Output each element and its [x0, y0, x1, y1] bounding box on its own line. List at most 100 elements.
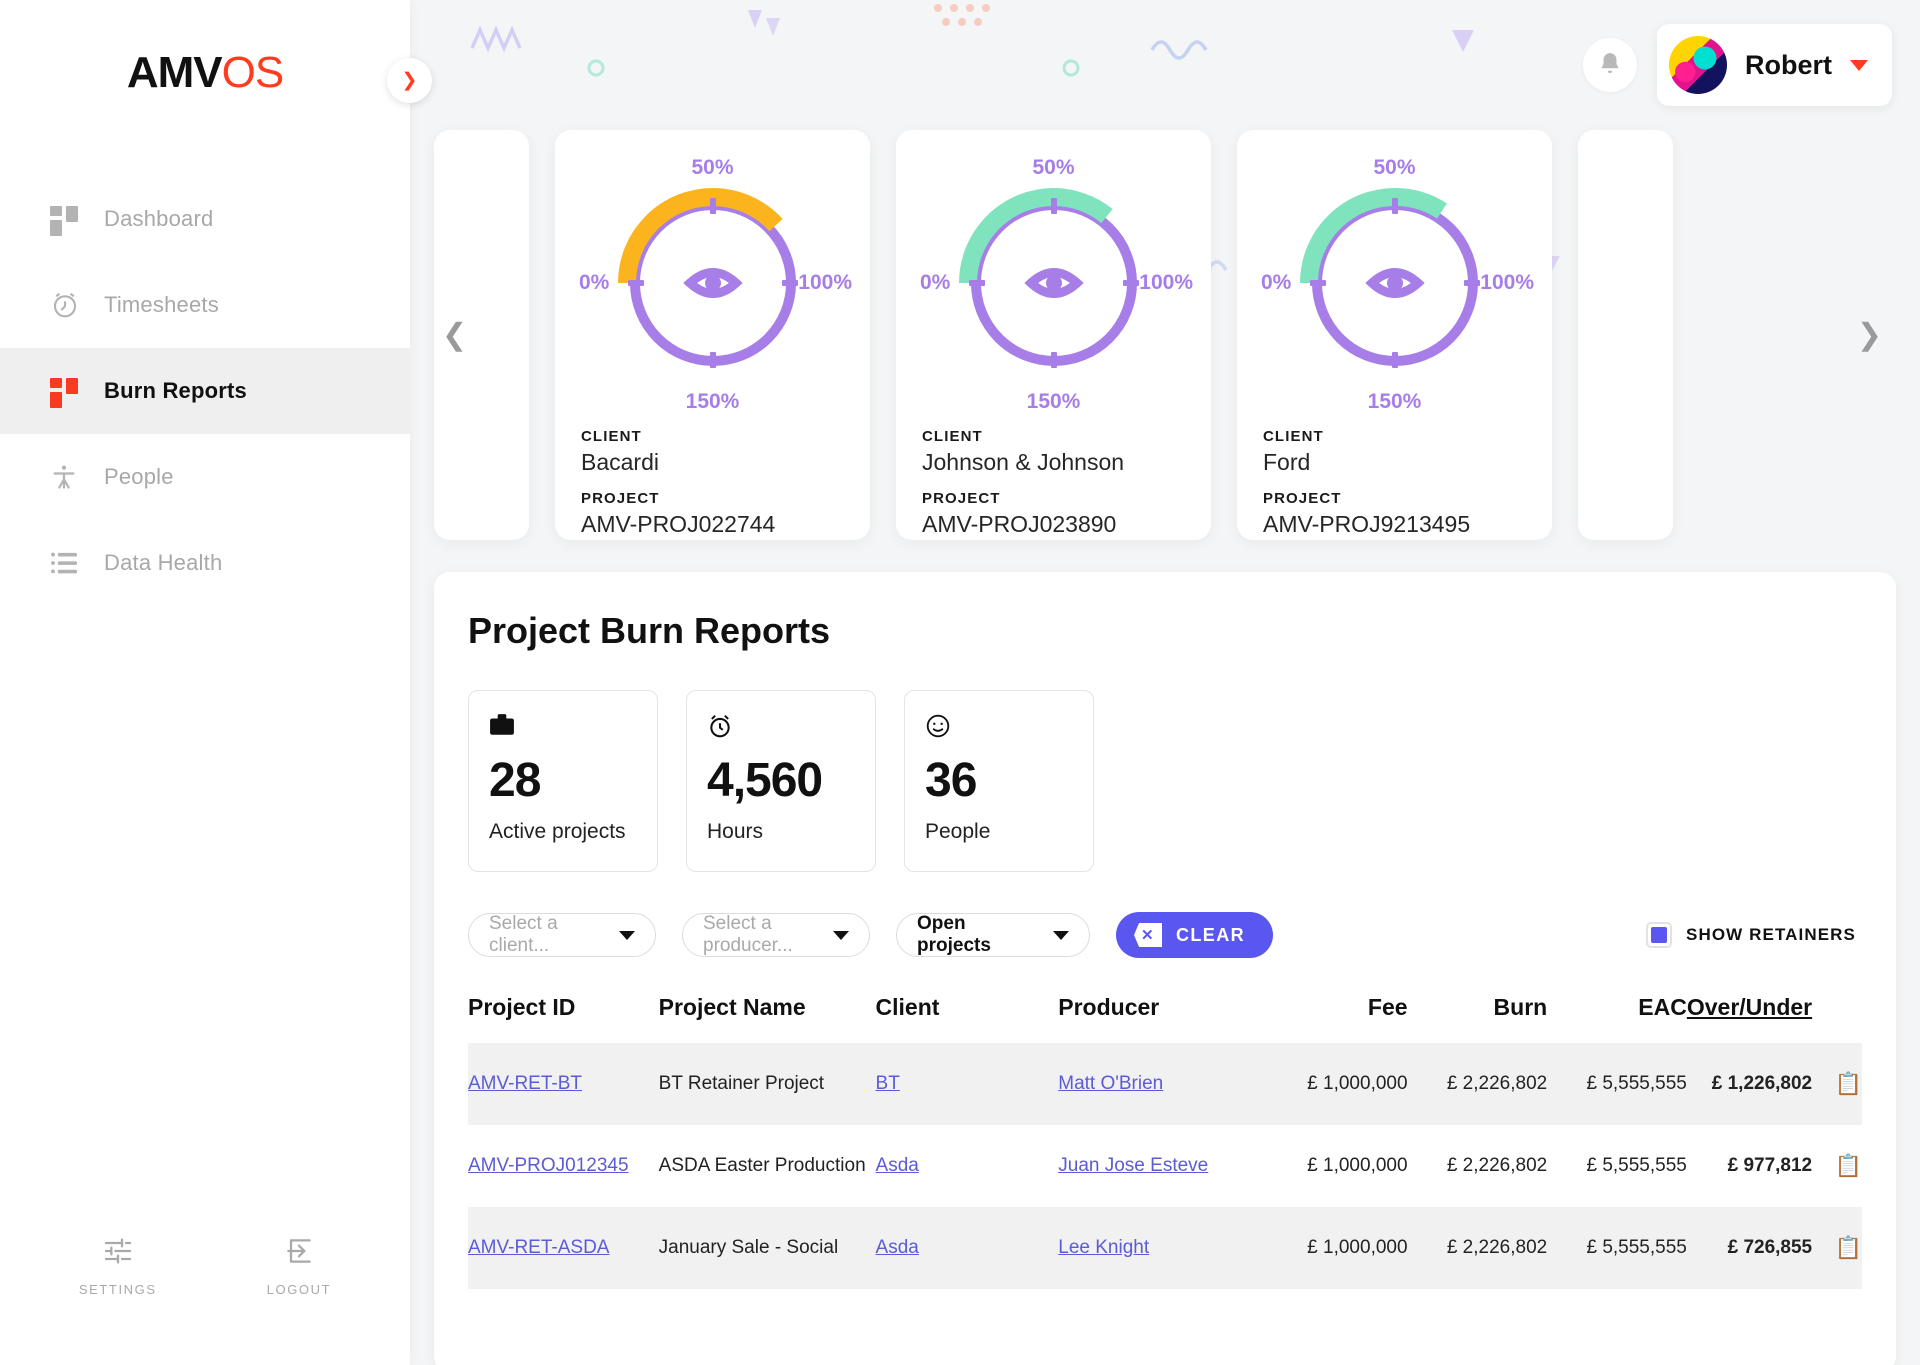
- sidebar-item-label: People: [104, 464, 174, 489]
- chevron-right-icon[interactable]: ❯: [387, 58, 432, 103]
- client-label: CLIENT: [922, 428, 983, 445]
- project-label: PROJECT: [1263, 490, 1342, 507]
- gauge: 50% 150% 0% 100%: [920, 152, 1193, 414]
- notifications-button[interactable]: [1583, 38, 1637, 92]
- client-link[interactable]: Asda: [876, 1237, 919, 1258]
- project-gauge-carousel: ❮ ❯ 50% 150% 0% 100% CLIENT Bacardi PROJ…: [410, 130, 1920, 540]
- page-title: Project Burn Reports: [468, 610, 831, 651]
- eye-icon: [682, 268, 743, 298]
- exit-icon: [287, 1239, 311, 1263]
- gauge-tick-150: 150%: [1026, 390, 1081, 413]
- cell-client[interactable]: Asda: [876, 1125, 1059, 1207]
- copy-icon[interactable]: 📋: [1835, 1071, 1862, 1096]
- settings-button[interactable]: SETTINGS: [79, 1235, 157, 1297]
- kpi-label: Hours: [707, 820, 764, 843]
- column-header-project-id[interactable]: Project ID: [468, 994, 659, 1043]
- copy-icon[interactable]: 📋: [1835, 1235, 1862, 1260]
- gauge-tick-150: 150%: [1367, 390, 1422, 413]
- gauge-card-partial-right[interactable]: [1578, 130, 1673, 540]
- producer-link[interactable]: Matt O'Brien: [1058, 1073, 1163, 1094]
- alarm-clock-icon: [50, 290, 104, 320]
- table-row[interactable]: AMV-PROJ012345 ASDA Easter Production As…: [468, 1125, 1862, 1207]
- column-header-over-under[interactable]: Over/Under: [1687, 994, 1812, 1043]
- status-filter-select[interactable]: Open projects: [896, 913, 1090, 957]
- project-id-link[interactable]: AMV-RET-BT: [468, 1073, 582, 1094]
- cell-producer[interactable]: Matt O'Brien: [1058, 1043, 1268, 1125]
- sidebar-nav: Dashboard Timesheets Burn Reports People…: [0, 176, 410, 606]
- user-menu[interactable]: Robert: [1657, 24, 1892, 106]
- chevron-down-icon: [833, 930, 849, 940]
- gauge-tick-0: 0%: [920, 271, 951, 294]
- alarm-clock-icon: [707, 713, 855, 747]
- producer-link[interactable]: Lee Knight: [1058, 1237, 1149, 1258]
- project-id-link[interactable]: AMV-RET-ASDA: [468, 1237, 609, 1258]
- cell-client[interactable]: BT: [875, 1043, 1059, 1125]
- cell-producer[interactable]: Juan Jose Esteve: [1058, 1125, 1268, 1207]
- logo-text-primary: AMV: [126, 48, 223, 97]
- sidebar-item-label: Data Health: [104, 550, 223, 575]
- sidebar-item-data-health[interactable]: Data Health: [0, 520, 410, 606]
- project-id-link[interactable]: AMV-PROJ012345: [468, 1155, 629, 1176]
- cell-project-id[interactable]: AMV-RET-ASDA: [468, 1207, 659, 1289]
- show-retainers-label: SHOW RETAINERS: [1686, 925, 1856, 944]
- cell-project-id[interactable]: AMV-RET-BT: [468, 1043, 659, 1125]
- show-retainers-toggle[interactable]: SHOW RETAINERS: [1646, 922, 1856, 948]
- list-icon: [50, 551, 104, 575]
- cell-project-name: BT Retainer Project: [658, 1043, 876, 1125]
- column-header-client[interactable]: Client: [876, 994, 1059, 1043]
- client-value: Ford: [1263, 449, 1311, 475]
- logout-button[interactable]: LOGOUT: [267, 1235, 332, 1297]
- column-header-project-name[interactable]: Project Name: [659, 994, 876, 1043]
- client-link[interactable]: BT: [876, 1073, 900, 1094]
- client-label: CLIENT: [1263, 428, 1324, 445]
- client-value: Johnson & Johnson: [922, 449, 1125, 475]
- cell-actions[interactable]: 📋: [1812, 1125, 1862, 1207]
- status-filter-value: Open projects: [917, 913, 991, 956]
- sidebar-item-label: Dashboard: [104, 206, 214, 231]
- producer-filter-select[interactable]: Select a producer...: [682, 913, 870, 957]
- app-root: AMVOS ❯ Dashboard Timesheets Burn Report…: [0, 0, 1920, 1365]
- cell-actions[interactable]: 📋: [1812, 1207, 1862, 1289]
- cell-project-id[interactable]: AMV-PROJ012345: [468, 1125, 659, 1207]
- clear-filters-button[interactable]: ✕ CLEAR: [1116, 912, 1273, 958]
- checkbox[interactable]: [1646, 922, 1673, 948]
- column-header-fee[interactable]: Fee: [1268, 994, 1408, 1043]
- carousel-prev-button[interactable]: ❮: [442, 318, 467, 353]
- column-header-producer[interactable]: Producer: [1058, 994, 1268, 1043]
- briefcase-icon: [489, 713, 637, 747]
- logout-label: LOGOUT: [266, 1282, 332, 1297]
- gauge-dial: [958, 188, 1139, 368]
- copy-icon[interactable]: 📋: [1835, 1153, 1862, 1178]
- table-row[interactable]: AMV-RET-BT BT Retainer Project BT Matt O…: [468, 1043, 1862, 1125]
- column-header-burn[interactable]: Burn: [1408, 994, 1548, 1043]
- gauge-tick-0: 0%: [579, 271, 610, 294]
- cell-project-name: ASDA Easter Production: [658, 1155, 866, 1176]
- gauge-card[interactable]: 50% 150% 0% 100%: [896, 130, 1211, 540]
- cell-actions[interactable]: 📋: [1812, 1043, 1862, 1125]
- gauge-tick-100: 100%: [1480, 271, 1534, 294]
- main-content: Robert ❮ ❯ 50% 150% 0% 100% CLIENT Bacar…: [410, 0, 1920, 1365]
- gauge-card[interactable]: 50% 150% 0% 100%: [1237, 130, 1552, 540]
- column-header-eac[interactable]: EAC: [1547, 994, 1687, 1043]
- kpi-row: 28 Active projects 4,560 Hours 36 People: [468, 690, 1862, 872]
- cell-producer[interactable]: Lee Knight: [1058, 1207, 1268, 1289]
- cell-client[interactable]: Asda: [875, 1207, 1059, 1289]
- client-link[interactable]: Asda: [876, 1155, 919, 1176]
- avatar: [1669, 36, 1727, 94]
- table-head: Project ID Project Name Client Producer …: [468, 994, 1862, 1043]
- kpi-label: People: [925, 820, 991, 843]
- sidebar-item-people[interactable]: People: [0, 434, 410, 520]
- carousel-next-button[interactable]: ❯: [1857, 318, 1882, 353]
- gauge-tick-0: 0%: [1261, 271, 1292, 294]
- sidebar-item-timesheets[interactable]: Timesheets: [0, 262, 410, 348]
- sidebar-item-burn-reports[interactable]: Burn Reports: [0, 348, 410, 434]
- sidebar-item-dashboard[interactable]: Dashboard: [0, 176, 410, 262]
- producer-link[interactable]: Juan Jose Esteve: [1058, 1155, 1208, 1176]
- sidebar-item-label: Burn Reports: [104, 378, 247, 403]
- client-filter-select[interactable]: Select a client...: [468, 913, 656, 957]
- chevron-down-icon[interactable]: [1850, 59, 1868, 71]
- gauge-card[interactable]: 50% 150% 0% 100%: [555, 130, 870, 540]
- table-row[interactable]: AMV-RET-ASDA January Sale - Social Asda …: [468, 1207, 1862, 1289]
- grid-icon: [50, 206, 104, 236]
- project-value: AMV-PROJ9213495: [1263, 511, 1471, 537]
